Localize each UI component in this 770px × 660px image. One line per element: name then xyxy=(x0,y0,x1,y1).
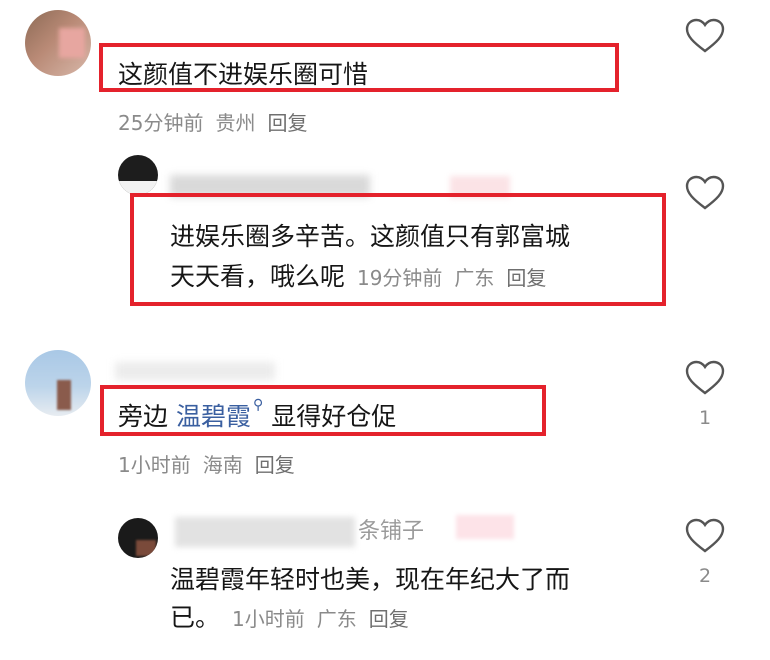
comment-text-line2: 已。 1小时前 广东 回复 xyxy=(170,598,421,634)
avatar[interactable] xyxy=(118,518,158,558)
avatar[interactable] xyxy=(25,350,91,416)
avatar[interactable] xyxy=(25,10,91,76)
username-redacted xyxy=(175,517,355,547)
heart-icon[interactable] xyxy=(685,18,725,54)
comment-location: 广东 xyxy=(454,266,495,290)
search-icon[interactable]: ⚲ xyxy=(253,397,263,413)
comment-location: 海南 xyxy=(202,453,243,477)
comment-time: 19分钟前 xyxy=(356,266,443,290)
comment-text-line2: 天天看，哦么呢 19分钟前 广东 回复 xyxy=(170,257,558,293)
heart-icon[interactable] xyxy=(685,175,725,211)
comment-text: 这颜值不进娱乐圈可惜 xyxy=(118,60,369,89)
reply-button[interactable]: 回复 xyxy=(267,111,307,135)
comment-time: 25分钟前 xyxy=(118,111,204,135)
like-count: 1 xyxy=(698,407,712,429)
username-redacted xyxy=(115,362,275,380)
author-badge xyxy=(456,515,514,539)
comment-time: 1小时前 xyxy=(231,607,305,631)
avatar[interactable] xyxy=(118,155,158,195)
comment-meta: 25分钟前 贵州 回复 xyxy=(118,107,319,136)
reply-button[interactable]: 回复 xyxy=(506,266,546,290)
heart-icon[interactable] xyxy=(685,518,725,554)
comment-text: 进娱乐圈多辛苦。这颜值只有郭富城 xyxy=(170,222,571,251)
comment-meta: 1小时前 海南 回复 xyxy=(118,449,307,478)
comment-time: 1小时前 xyxy=(118,453,191,477)
username[interactable]: 条铺子 xyxy=(358,513,424,545)
comment-text: 温碧霞年轻时也美，现在年纪大了而 xyxy=(170,565,571,594)
reply-button[interactable]: 回复 xyxy=(255,453,295,477)
comment-location: 贵州 xyxy=(215,111,256,135)
search-link[interactable]: 温碧霞 xyxy=(176,402,251,431)
reply-button[interactable]: 回复 xyxy=(369,607,409,631)
comment-location: 广东 xyxy=(316,607,357,631)
comment-meta: 19分钟前 广东 回复 xyxy=(357,266,558,290)
like-count: 2 xyxy=(698,565,712,587)
comment-text: 旁边 温碧霞 ⚲ 显得好仓促 xyxy=(118,397,397,431)
heart-icon[interactable] xyxy=(685,360,725,396)
comment-meta: 1小时前 广东 回复 xyxy=(232,607,421,631)
